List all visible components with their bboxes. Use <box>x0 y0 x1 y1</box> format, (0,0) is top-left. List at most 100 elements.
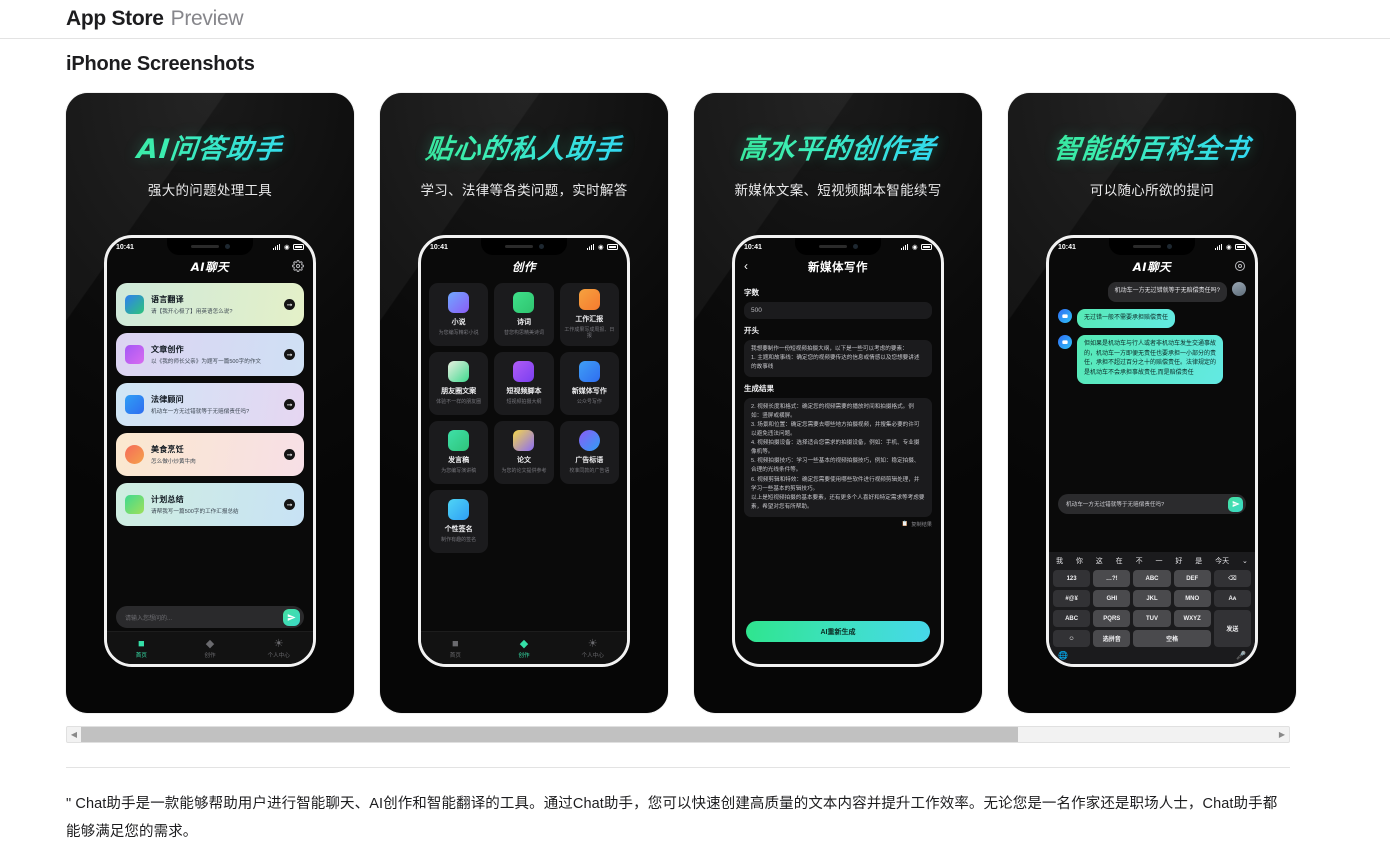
regenerate-button[interactable]: AI重新生成 <box>746 621 930 642</box>
key-pinyin[interactable]: 选拼音 <box>1093 630 1131 647</box>
signal-icon <box>900 244 909 250</box>
tab-profile[interactable]: ☀ 个人中心 <box>558 638 627 659</box>
shot-title-4: 智能的百科全书 <box>1008 127 1296 166</box>
screenshots-strip[interactable]: AI问答助手 强大的问题处理工具 10:41 ◉ AI聊天 语言翻译 请【我开心… <box>66 93 1390 713</box>
scroll-right-arrow[interactable]: ▶ <box>1275 730 1289 739</box>
grid-cell-title: 广告标语 <box>575 457 604 465</box>
tab-bar-2[interactable]: ■ 首页 ◆ 创作 ☀ 个人中心 <box>421 631 627 664</box>
key-symbols-alt[interactable]: #@¥ <box>1053 590 1091 607</box>
tab-home[interactable]: ■ 首页 <box>421 638 490 659</box>
key-tuv[interactable]: TUV <box>1133 610 1171 627</box>
tab-home[interactable]: ■ 首页 <box>107 638 176 659</box>
suggestion[interactable]: 是 <box>1195 556 1202 566</box>
key-jkl[interactable]: JKL <box>1133 590 1171 607</box>
suggestion-bar[interactable]: 我 你 这 在 不 一 好 是 今天 ⌄ <box>1049 552 1255 570</box>
back-icon[interactable]: ‹ <box>744 259 748 273</box>
suggestion[interactable]: 一 <box>1155 556 1162 566</box>
ad-icon <box>578 430 600 452</box>
key-abc[interactable]: ABC <box>1133 570 1171 587</box>
grid-cell[interactable]: 工作汇报 工作成果写成周报、日报 <box>559 283 619 346</box>
key-wxyz[interactable]: WXYZ <box>1173 610 1211 627</box>
suggestion[interactable]: 今天 <box>1215 556 1229 566</box>
send-button[interactable] <box>283 608 300 626</box>
media-icon <box>578 361 600 383</box>
key-send[interactable]: 发送 <box>1213 610 1251 647</box>
suggestion[interactable]: 好 <box>1175 556 1182 566</box>
phone-mockup-2: 10:41 ◉ 创作 小说 为您编写精彩小说 诗词 替您构思精美诗词 工作汇报 … <box>418 235 630 667</box>
gear-icon[interactable] <box>292 260 304 272</box>
key-abc-mode[interactable]: ABC <box>1053 610 1091 627</box>
horizontal-scrollbar[interactable]: ◀ ▶ <box>66 726 1290 743</box>
app-title-4: AI聊天 <box>1132 260 1172 274</box>
suggestion[interactable]: 我 <box>1056 556 1063 566</box>
chevron-down-icon[interactable]: ⌄ <box>1242 557 1248 565</box>
chevron-right-icon[interactable]: ➞ <box>284 449 295 460</box>
prompt-card[interactable]: 语言翻译 请【我开心极了】用英语怎么说? ➞ <box>116 283 304 326</box>
tab-create[interactable]: ◆ 创作 <box>490 638 559 659</box>
grid-cell[interactable]: 诗词 替您构思精美诗词 <box>494 283 554 346</box>
prompt-card[interactable]: 计划总结 请帮我写一篇500字的工作汇报总结 ➞ <box>116 483 304 526</box>
key-pqrs[interactable]: PQRS <box>1093 610 1131 627</box>
prompt-card[interactable]: 美食烹饪 怎么做小炒黄牛肉 ➞ <box>116 433 304 476</box>
status-time: 10:41 <box>744 243 762 251</box>
screenshot-card-2[interactable]: 贴心的私人助手 学习、法律等各类问题，实时解答 10:41 ◉ 创作 小说 为您… <box>380 93 668 713</box>
grid-cell-desc: 校准同款的广告语 <box>569 467 610 474</box>
copy-result-button[interactable]: 📋 复制结果 <box>744 521 932 528</box>
chevron-right-icon[interactable]: ➞ <box>284 399 295 410</box>
key-def[interactable]: DEF <box>1173 570 1211 587</box>
send-button[interactable] <box>1228 496 1243 512</box>
key-shift[interactable]: Aᴀ <box>1213 590 1251 607</box>
app-store-topbar: App Store Preview <box>0 0 1390 39</box>
suggestion[interactable]: 不 <box>1136 556 1143 566</box>
grid-cell-title: 小说 <box>451 319 466 327</box>
scrollbar-thumb[interactable] <box>81 727 1019 742</box>
key-emoji[interactable]: ☺ <box>1053 630 1091 647</box>
screenshot-card-1[interactable]: AI问答助手 强大的问题处理工具 10:41 ◉ AI聊天 语言翻译 请【我开心… <box>66 93 354 713</box>
globe-icon[interactable]: 🌐 <box>1058 651 1068 660</box>
prompt-card[interactable]: 文章创作 以《我的师长父亲》为题写一篇500字的作文 ➞ <box>116 333 304 376</box>
suggestion[interactable]: 你 <box>1076 556 1083 566</box>
grid-cell[interactable]: 发言稿 为您编写演讲稿 <box>429 421 489 484</box>
grid-cell[interactable]: 小说 为您编写精彩小说 <box>429 283 489 346</box>
keyboard-keys[interactable]: 123 …?! ABC DEF ⌫ #@¥ GHI JKL MNO Aᴀ ABC… <box>1049 570 1255 647</box>
screenshot-card-3[interactable]: 高水平的创作者 新媒体文案、短视频脚本智能续写 10:41 ◉ ‹ 新媒体写作 <box>694 93 982 713</box>
grid-cell[interactable]: 论文 为您的论文提供参考 <box>494 421 554 484</box>
key-backspace[interactable]: ⌫ <box>1213 570 1251 587</box>
ai-avatar-icon <box>1058 335 1072 350</box>
tab-label: 首页 <box>135 652 147 659</box>
key-mno[interactable]: MNO <box>1173 590 1211 607</box>
key-123[interactable]: 123 <box>1053 570 1091 587</box>
grid-cell[interactable]: 个性签名 制作有趣的签名 <box>429 490 489 553</box>
tab-create[interactable]: ◆ 创作 <box>176 638 245 659</box>
keyboard[interactable]: 我 你 这 在 不 一 好 是 今天 ⌄ 123 …?! ABC DEF ⌫ #… <box>1049 552 1255 664</box>
keyboard-bottom-row[interactable]: 🌐 🎤 <box>1049 647 1255 662</box>
chevron-right-icon[interactable]: ➞ <box>284 349 295 360</box>
chevron-right-icon[interactable]: ➞ <box>284 499 295 510</box>
grid-cell-desc: 公众号写作 <box>576 398 602 405</box>
phone-notch <box>481 238 567 255</box>
screenshot-card-4[interactable]: 智能的百科全书 可以随心所欲的提问 10:41 ◉ AI聊天 机动车一方无过错就… <box>1008 93 1296 713</box>
grid-cell[interactable]: 短视频脚本 短视频拍摄大纲 <box>494 352 554 415</box>
mic-icon[interactable]: 🎤 <box>1236 651 1246 660</box>
scroll-left-arrow[interactable]: ◀ <box>67 730 81 739</box>
phone-notch <box>1109 238 1195 255</box>
suggestion[interactable]: 在 <box>1116 556 1123 566</box>
grid-cell[interactable]: 新媒体写作 公众号写作 <box>559 352 619 415</box>
key-symbols[interactable]: …?! <box>1093 570 1131 587</box>
tab-profile[interactable]: ☀ 个人中心 <box>244 638 313 659</box>
chat-input-bar-4[interactable]: 机动车一方无过错就等于无赔偿责任吗? <box>1058 494 1246 514</box>
chat-input-bar-1[interactable]: 请输入您想问的... <box>116 606 304 628</box>
key-ghi[interactable]: GHI <box>1093 590 1131 607</box>
chevron-right-icon[interactable]: ➞ <box>284 299 295 310</box>
key-space[interactable]: 空格 <box>1133 630 1211 647</box>
grid-cell-title: 工作汇报 <box>575 316 604 323</box>
prompt-card[interactable]: 法律顾问 机动车一方无过错就等于无赔偿责任吗? ➞ <box>116 383 304 426</box>
prompt-card-desc: 以《我的师长父亲》为题写一篇500字的作文 <box>151 359 262 366</box>
scrollbar-track[interactable] <box>81 727 1275 742</box>
word-count-input[interactable]: 500 <box>744 302 932 319</box>
tab-bar-1[interactable]: ■ 首页 ◆ 创作 ☀ 个人中心 <box>107 631 313 664</box>
gear-icon[interactable] <box>1234 260 1246 272</box>
grid-cell[interactable]: 广告标语 校准同款的广告语 <box>559 421 619 484</box>
suggestion[interactable]: 这 <box>1096 556 1103 566</box>
grid-cell[interactable]: 朋友圈文案 体验不一样的朋友圈 <box>429 352 489 415</box>
